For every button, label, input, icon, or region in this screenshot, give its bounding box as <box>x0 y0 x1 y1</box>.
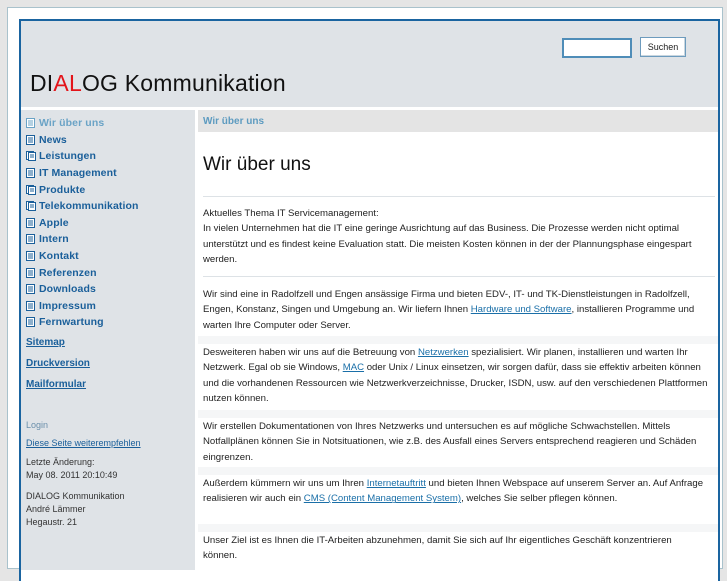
paragraph-networks: Desweiteren haben wir uns auf die Betreu… <box>203 345 708 407</box>
site-logo[interactable]: DIALOG Kommunikation <box>30 70 286 97</box>
sidebar-item-downloads[interactable]: Downloads <box>26 281 195 298</box>
sidebar-item-label: Apple <box>39 216 69 229</box>
search-button[interactable]: Suchen <box>640 37 686 57</box>
site-header: DIALOG Kommunikation Suchen <box>21 21 718 107</box>
paragraph-web: Außerdem kümmern wir uns um Ihren Intern… <box>203 476 708 507</box>
page-icon <box>26 284 35 295</box>
paragraph-documentation: Wir erstellen Dokumentationen von Ihres … <box>203 419 708 465</box>
paragraph-text: Desweiteren haben wir uns auf die Betreu… <box>203 347 418 358</box>
sidebar-item-intern[interactable]: Intern <box>26 231 195 248</box>
intro-text: In vielen Unternehmen hat die IT eine ge… <box>203 223 692 266</box>
page-icon <box>26 267 35 278</box>
logo-part-accent: AL <box>53 70 82 96</box>
page-icon <box>26 251 35 262</box>
sidebar-item-label: Produkte <box>39 183 86 196</box>
sidebar-item-it-management[interactable]: IT Management <box>26 165 195 182</box>
paragraph-gap <box>198 410 718 418</box>
mail-form-link[interactable]: Mailformular <box>26 379 195 390</box>
hardware-software-link[interactable]: Hardware und Software <box>471 304 572 315</box>
title-divider <box>203 196 715 197</box>
search-input[interactable] <box>562 38 632 58</box>
sidebar-item-label: Fernwartung <box>39 316 104 329</box>
sidebar-item-label: Telekommunikation <box>39 200 139 213</box>
pages-stack-icon <box>26 184 36 195</box>
paragraph-services: Wir sind eine in Radolfzell und Engen an… <box>203 287 708 333</box>
sidebar-item-label: IT Management <box>39 167 117 180</box>
sidebar-links: Sitemap Druckversion Mailformular Login … <box>21 337 195 529</box>
sidebar-item-referenzen[interactable]: Referenzen <box>26 264 195 281</box>
sidebar-item-produkte[interactable]: Produkte <box>26 181 195 198</box>
address-line-2: André Lämmer <box>26 503 86 514</box>
page-icon <box>26 300 35 311</box>
sidebar-item-wir-über-uns[interactable]: Wir über uns <box>26 115 195 132</box>
sidebar-item-leistungen[interactable]: Leistungen <box>26 148 195 165</box>
address-line-1: DIALOG Kommunikation <box>26 490 125 501</box>
recommend-page-link[interactable]: Diese Seite weiterempfehlen <box>26 438 195 448</box>
sidebar-item-label: Leistungen <box>39 150 97 163</box>
sidebar-item-apple[interactable]: Apple <box>26 215 195 232</box>
page-container: DIALOG Kommunikation Suchen Wir über uns… <box>7 7 723 581</box>
page-icon <box>26 317 35 328</box>
address-line-3: Hegaustr. 21 <box>26 516 78 527</box>
mac-link[interactable]: MAC <box>343 362 364 373</box>
paragraph-text: Unser Ziel ist es Ihnen die IT-Arbeiten … <box>203 535 672 562</box>
section-divider <box>203 276 715 277</box>
sidebar-item-impressum[interactable]: Impressum <box>26 298 195 315</box>
sidebar-item-label: Impressum <box>39 299 96 312</box>
page-icon <box>26 217 35 228</box>
paragraph-gap <box>198 336 718 344</box>
breadcrumb: Wir über uns <box>198 110 718 132</box>
intro-paragraph: Aktuelles Thema IT Servicemanagement: In… <box>203 206 708 268</box>
intro-heading: Aktuelles Thema IT Servicemanagement: <box>203 208 379 219</box>
paragraph-text: Wir erstellen Dokumentationen von Ihres … <box>203 421 697 463</box>
sidebar-nav: Wir über uns News Leistungen IT Management P… <box>21 110 195 331</box>
logo-part-1: DI <box>30 70 54 96</box>
sidebar-item-label: Intern <box>39 233 69 246</box>
sidebar-item-fernwartung[interactable]: Fernwartung <box>26 314 195 331</box>
sidebar-item-telekommunikation[interactable]: Telekommunikation <box>26 198 195 215</box>
paragraph-text: Außerdem kümmern wir uns um Ihren <box>203 478 367 489</box>
paragraph-gap <box>198 524 718 532</box>
page-title: Wir über uns <box>203 154 311 175</box>
networks-link[interactable]: Netzwerken <box>418 347 469 358</box>
sidebar: Wir über uns News Leistungen IT Management P… <box>21 110 195 570</box>
print-version-link[interactable]: Druckversion <box>26 358 195 369</box>
paragraph-goal: Unser Ziel ist es Ihnen die IT-Arbeiten … <box>203 533 708 564</box>
sidebar-item-label: Kontakt <box>39 250 79 263</box>
last-change-value: May 08. 2011 20:10:49 <box>26 469 118 480</box>
paragraph-gap <box>198 467 718 475</box>
login-link[interactable]: Login <box>26 420 195 430</box>
page-icon <box>26 234 35 245</box>
page-icon <box>26 134 35 145</box>
pages-stack-icon <box>26 151 36 162</box>
sidebar-item-kontakt[interactable]: Kontakt <box>26 248 195 265</box>
site-frame: DIALOG Kommunikation Suchen Wir über uns… <box>19 19 720 581</box>
breadcrumb-current[interactable]: Wir über uns <box>203 116 264 127</box>
paragraph-text: , welches Sie selber pflegen können. <box>461 493 618 505</box>
sidebar-item-label: Referenzen <box>39 266 97 279</box>
pages-stack-icon <box>26 201 36 212</box>
sidebar-item-label: Wir über uns <box>39 117 105 130</box>
web-presence-link[interactable]: Internetauftritt <box>367 478 426 489</box>
logo-part-2: OG Kommunikation <box>81 70 286 96</box>
sidebar-item-label: Downloads <box>39 283 96 296</box>
main-content: Wir über uns Wir über uns Aktuelles Them… <box>198 110 718 570</box>
cms-link[interactable]: CMS (Content Management System) <box>304 493 461 504</box>
sidebar-item-label: News <box>39 133 67 146</box>
page-icon <box>26 168 35 179</box>
sidebar-item-news[interactable]: News <box>26 132 195 149</box>
page-icon <box>26 118 35 129</box>
last-change-label: Letzte Änderung: <box>26 456 95 467</box>
sitemap-link[interactable]: Sitemap <box>26 337 195 348</box>
